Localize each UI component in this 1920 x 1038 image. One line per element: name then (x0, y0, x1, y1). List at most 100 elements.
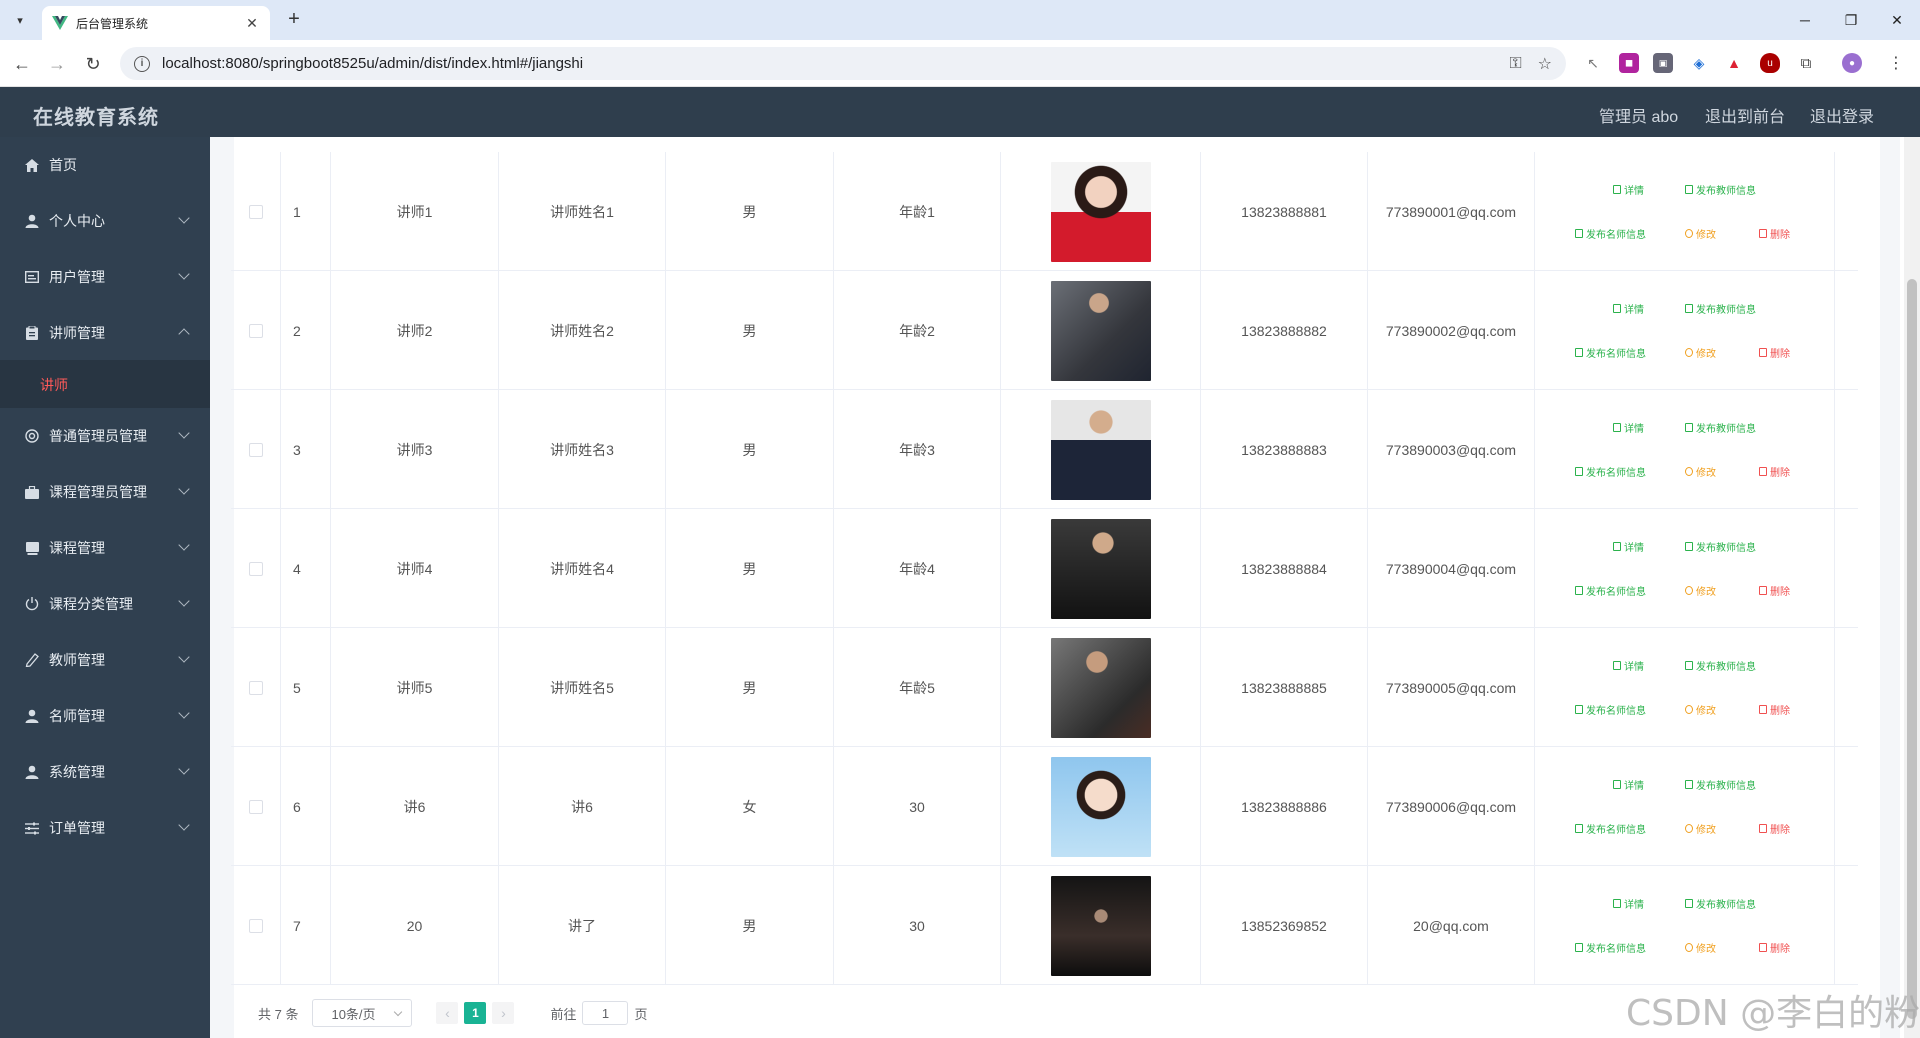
edit-icon (1685, 586, 1693, 595)
row-checkbox[interactable] (248, 442, 263, 457)
star-icon[interactable]: ☆ (1538, 54, 1552, 74)
publish-teacher-button[interactable]: 发布教师信息 (1685, 658, 1756, 673)
row-checkbox[interactable] (248, 799, 263, 814)
delete-button[interactable]: 删除 (1759, 940, 1790, 955)
publish-teacher-button[interactable]: 发布教师信息 (1685, 182, 1756, 197)
publish-teacher-button[interactable]: 发布教师信息 (1685, 896, 1756, 911)
sidebar-item-admin-management[interactable]: 普通管理员管理 (0, 408, 210, 464)
new-tab-button[interactable]: + (282, 8, 306, 32)
chevron-down-icon: ▾ (17, 14, 23, 27)
publish-famous-teacher-button[interactable]: 发布名师信息 (1575, 940, 1646, 955)
sidebar-item-course-category-management[interactable]: 课程分类管理 (0, 576, 210, 632)
reload-button[interactable]: ↻ (80, 51, 106, 77)
sidebar-subitem-lecturer[interactable]: 讲师 (0, 360, 210, 408)
settings-icon (24, 428, 40, 444)
detail-button[interactable]: 详情 (1613, 301, 1644, 316)
age-cell: 30 (834, 747, 1001, 866)
delete-button[interactable]: 删除 (1759, 226, 1790, 241)
ublock-icon[interactable]: u (1760, 53, 1780, 73)
edit-button[interactable]: 修改 (1685, 464, 1716, 479)
back-button[interactable]: ← (9, 51, 35, 77)
goto-page-input[interactable]: 1 (582, 1001, 629, 1025)
edit-button[interactable]: 修改 (1685, 583, 1716, 598)
row-checkbox[interactable] (248, 204, 263, 219)
detail-button[interactable]: 详情 (1613, 539, 1644, 554)
edit-button[interactable]: 修改 (1685, 345, 1716, 360)
profile-avatar-icon[interactable]: ● (1842, 53, 1862, 73)
browser-tab[interactable]: 后台管理系统 ✕ (42, 6, 270, 40)
site-info-icon[interactable]: i (134, 55, 150, 72)
page-scrollbar[interactable] (1904, 137, 1920, 1038)
page-size-select[interactable]: 10条/页 (312, 999, 413, 1027)
minimize-button[interactable]: ─ (1782, 0, 1828, 40)
forward-button[interactable]: → (44, 51, 70, 77)
tab-search-button[interactable]: ▾ (8, 8, 32, 32)
row-checkbox[interactable] (248, 680, 263, 695)
publish-famous-teacher-button[interactable]: 发布名师信息 (1575, 226, 1646, 241)
next-page-button[interactable]: › (492, 1002, 515, 1024)
trash-icon (1759, 824, 1767, 833)
sidebar-item-personal-center[interactable]: 个人中心 (0, 193, 210, 249)
edit-button[interactable]: 修改 (1685, 821, 1716, 836)
sidebar-item-course-management[interactable]: 课程管理 (0, 520, 210, 576)
publish-famous-teacher-button[interactable]: 发布名师信息 (1575, 464, 1646, 479)
edit-button[interactable]: 修改 (1685, 940, 1716, 955)
sidebar-item-course-admin-management[interactable]: 课程管理员管理 (0, 464, 210, 520)
extension-red-icon[interactable]: ▲ (1724, 53, 1744, 73)
publish-teacher-button[interactable]: 发布教师信息 (1685, 301, 1756, 316)
account-cell: 讲师1 (331, 152, 499, 271)
delete-button[interactable]: 删除 (1759, 345, 1790, 360)
edit-icon (1685, 229, 1693, 238)
detail-button[interactable]: 详情 (1613, 182, 1644, 197)
row-checkbox[interactable] (248, 561, 263, 576)
chevron-down-icon (178, 212, 190, 224)
scrollbar-thumb[interactable] (1907, 279, 1917, 1019)
detail-button[interactable]: 详情 (1613, 420, 1644, 435)
publish-teacher-button[interactable]: 发布教师信息 (1685, 539, 1756, 554)
chevron-down-icon (178, 651, 190, 663)
exit-to-front-link[interactable]: 退出到前台 (1705, 103, 1785, 127)
puzzle-icon[interactable]: ⧉ (1796, 53, 1816, 73)
page-number-current[interactable]: 1 (464, 1002, 487, 1024)
publish-famous-teacher-button[interactable]: 发布名师信息 (1575, 702, 1646, 717)
edit-button[interactable]: 修改 (1685, 702, 1716, 717)
sidebar-item-system-management[interactable]: 系统管理 (0, 744, 210, 800)
delete-button[interactable]: 删除 (1759, 821, 1790, 836)
delete-button[interactable]: 删除 (1759, 464, 1790, 479)
detail-button[interactable]: 详情 (1613, 896, 1644, 911)
publish-teacher-button[interactable]: 发布教师信息 (1685, 777, 1756, 792)
detail-button[interactable]: 详情 (1613, 777, 1644, 792)
delete-button[interactable]: 删除 (1759, 583, 1790, 598)
close-icon[interactable]: ✕ (244, 15, 260, 32)
extension-blue-icon[interactable]: ◈ (1689, 53, 1709, 73)
publish-famous-teacher-button[interactable]: 发布名师信息 (1575, 345, 1646, 360)
publish-famous-teacher-button[interactable]: 发布名师信息 (1575, 821, 1646, 836)
address-bar[interactable]: i localhost:8080/springboot8525u/admin/d… (120, 47, 1566, 80)
sidebar-item-user-management[interactable]: 用户管理 (0, 249, 210, 305)
sidebar-item-teacher-management[interactable]: 教师管理 (0, 632, 210, 688)
row-checkbox[interactable] (248, 323, 263, 338)
restore-button[interactable]: ❐ (1828, 0, 1874, 40)
name-cell: 讲师姓名3 (499, 390, 666, 509)
more-menu-icon[interactable]: ⋮ (1886, 53, 1906, 73)
delete-button[interactable]: 删除 (1759, 702, 1790, 717)
sidebar-item-home[interactable]: 首页 (0, 137, 210, 193)
prev-page-button[interactable]: ‹ (436, 1002, 459, 1024)
trash-icon (1759, 586, 1767, 595)
cursor-extension-icon[interactable]: ↖ (1583, 53, 1603, 73)
window-close-button[interactable]: ✕ (1874, 0, 1920, 40)
extension-purple-icon[interactable]: ◼ (1619, 53, 1639, 73)
extension-grey-icon[interactable]: ▣ (1653, 53, 1673, 73)
teacher-photo (1050, 875, 1151, 976)
row-checkbox[interactable] (248, 918, 263, 933)
url-text[interactable]: localhost:8080/springboot8525u/admin/dis… (162, 55, 1493, 72)
edit-button[interactable]: 修改 (1685, 226, 1716, 241)
publish-famous-teacher-button[interactable]: 发布名师信息 (1575, 583, 1646, 598)
publish-teacher-button[interactable]: 发布教师信息 (1685, 420, 1756, 435)
sidebar-item-lecturer-management[interactable]: 讲师管理 (0, 305, 210, 361)
key-icon[interactable]: ⚿ (1509, 55, 1521, 73)
detail-button[interactable]: 详情 (1613, 658, 1644, 673)
sidebar-item-famous-teacher-management[interactable]: 名师管理 (0, 688, 210, 744)
logout-link[interactable]: 退出登录 (1810, 103, 1874, 127)
sidebar-item-order-management[interactable]: 订单管理 (0, 800, 210, 856)
